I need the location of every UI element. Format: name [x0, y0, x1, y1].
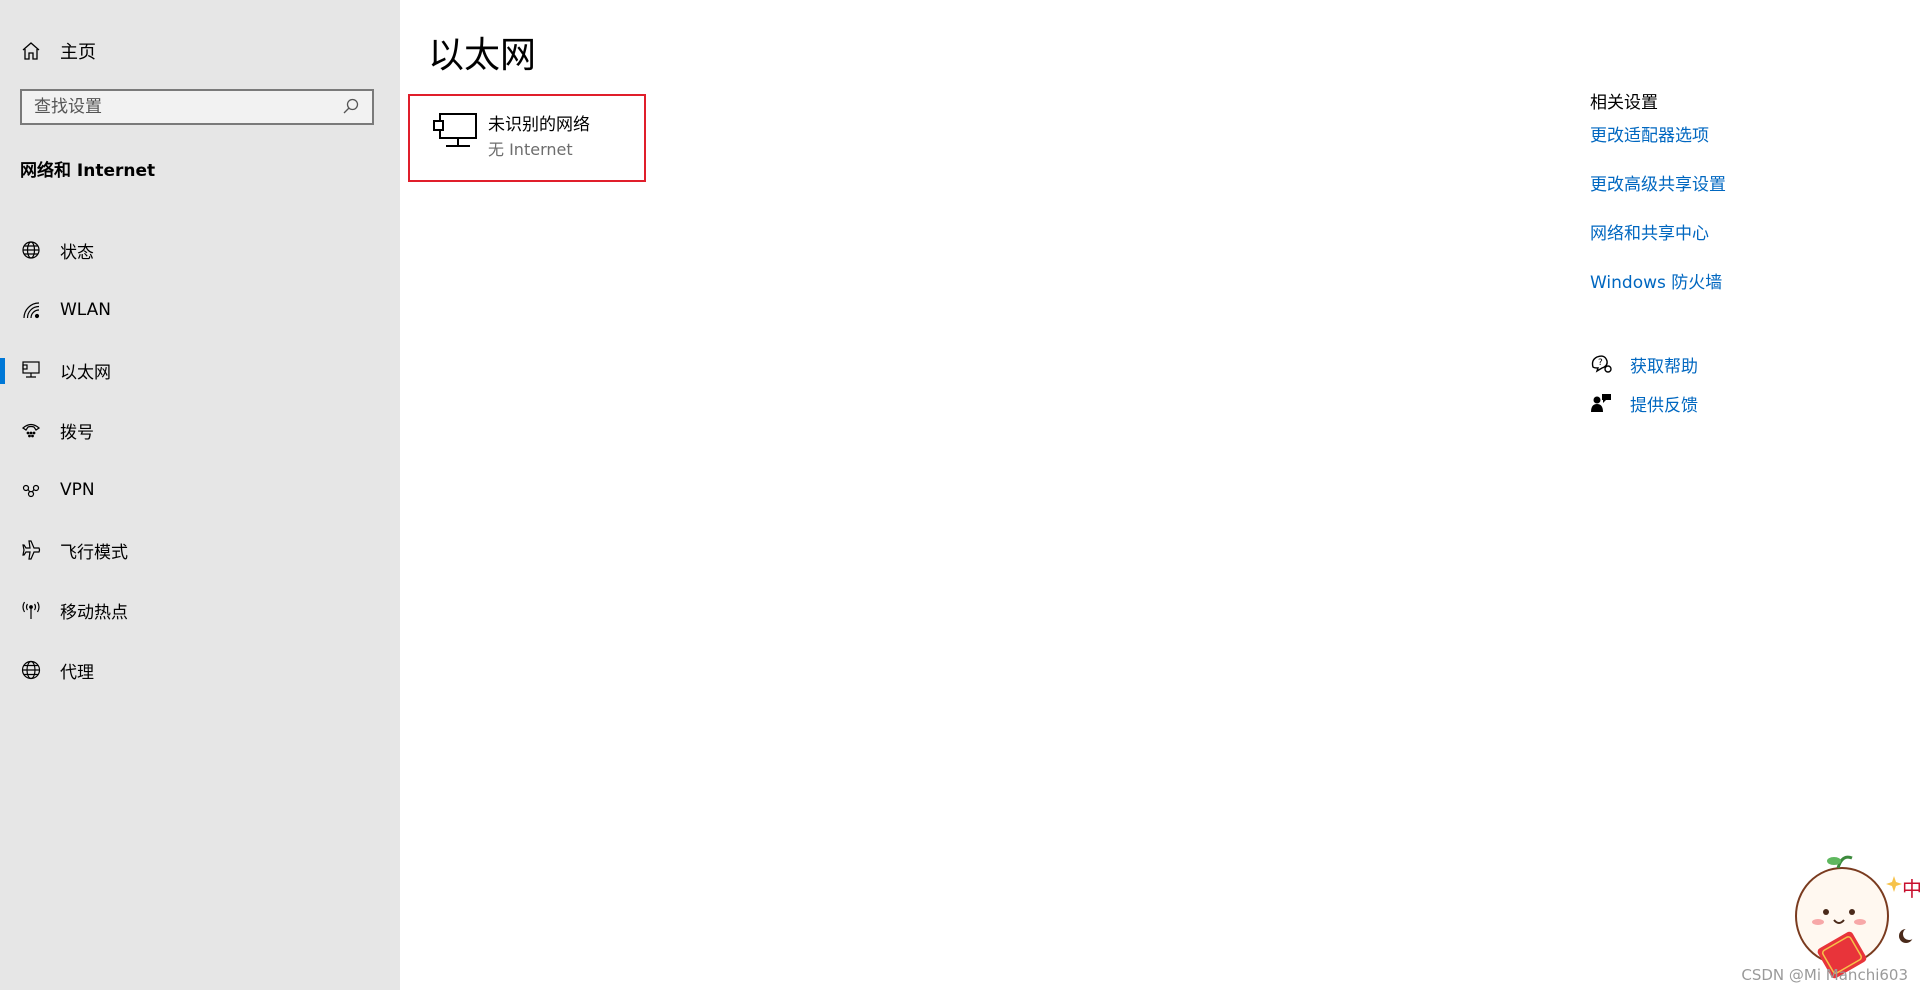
page-title: 以太网	[428, 35, 537, 76]
network-sharing-center-link[interactable]: 网络和共享中心	[1590, 223, 1910, 272]
sidebar-item-status[interactable]: 状态	[0, 220, 400, 280]
related-settings: 相关设置 更改适配器选项 更改高级共享设置 网络和共享中心 Windows 防火…	[1590, 88, 1910, 321]
sidebar: 主页 网络和 Internet 状态 WLAN	[0, 0, 400, 990]
feedback-link[interactable]: 提供反馈	[1590, 388, 1698, 418]
svg-text:中: 中	[1902, 877, 1920, 901]
ethernet-network-icon	[432, 112, 478, 152]
help-chat-icon: ?	[1590, 353, 1612, 375]
wifi-icon	[20, 299, 42, 321]
sidebar-item-label: 移动热点	[60, 602, 128, 623]
sidebar-item-label: VPN	[60, 480, 95, 500]
network-name: 未识别的网络	[488, 115, 590, 135]
advanced-sharing-settings-link[interactable]: 更改高级共享设置	[1590, 174, 1910, 223]
feedback-person-icon	[1590, 392, 1612, 414]
ethernet-icon	[20, 359, 42, 381]
sidebar-item-wlan[interactable]: WLAN	[0, 280, 400, 340]
sidebar-nav: 状态 WLAN 以太网 拨号 VPN 飞行模式 移动热点 代理	[0, 220, 400, 700]
network-card[interactable]: 未识别的网络 无 Internet	[408, 94, 646, 182]
sidebar-item-hotspot[interactable]: 移动热点	[0, 580, 400, 640]
search-icon[interactable]	[342, 97, 362, 117]
home-label: 主页	[60, 42, 96, 63]
dialup-icon	[20, 419, 42, 441]
sidebar-item-airplane-mode[interactable]: 飞行模式	[0, 520, 400, 580]
sidebar-item-ethernet[interactable]: 以太网	[0, 340, 400, 400]
sidebar-item-dialup[interactable]: 拨号	[0, 400, 400, 460]
feedback-label: 提供反馈	[1630, 395, 1698, 416]
sidebar-item-label: 飞行模式	[60, 542, 128, 563]
sidebar-item-label: 以太网	[60, 362, 111, 383]
network-status: 无 Internet	[488, 140, 573, 159]
change-adapter-options-link[interactable]: 更改适配器选项	[1590, 125, 1910, 174]
sidebar-item-label: WLAN	[60, 300, 112, 320]
section-title: 网络和 Internet	[20, 161, 156, 181]
get-help-label: 获取帮助	[1630, 356, 1698, 377]
hotspot-icon	[20, 599, 42, 621]
sidebar-item-label: 拨号	[60, 422, 94, 443]
home-nav-item[interactable]: 主页	[20, 36, 96, 66]
windows-firewall-link[interactable]: Windows 防火墙	[1590, 272, 1910, 321]
airplane-icon	[20, 539, 42, 561]
watermark: CSDN @Mi Manchi603	[1741, 966, 1908, 984]
vpn-icon	[20, 479, 42, 501]
get-help-link[interactable]: ? 获取帮助	[1590, 349, 1698, 379]
search-box[interactable]	[20, 89, 374, 125]
globe-status-icon	[20, 239, 42, 261]
sidebar-item-label: 代理	[60, 662, 94, 683]
sidebar-item-vpn[interactable]: VPN	[0, 460, 400, 520]
sidebar-item-label: 状态	[60, 242, 94, 263]
svg-text:?: ?	[1598, 358, 1603, 368]
sidebar-item-proxy[interactable]: 代理	[0, 640, 400, 700]
search-input[interactable]	[22, 96, 342, 118]
home-icon	[20, 40, 42, 62]
related-settings-title: 相关设置	[1590, 93, 1658, 113]
globe-icon	[20, 659, 42, 681]
